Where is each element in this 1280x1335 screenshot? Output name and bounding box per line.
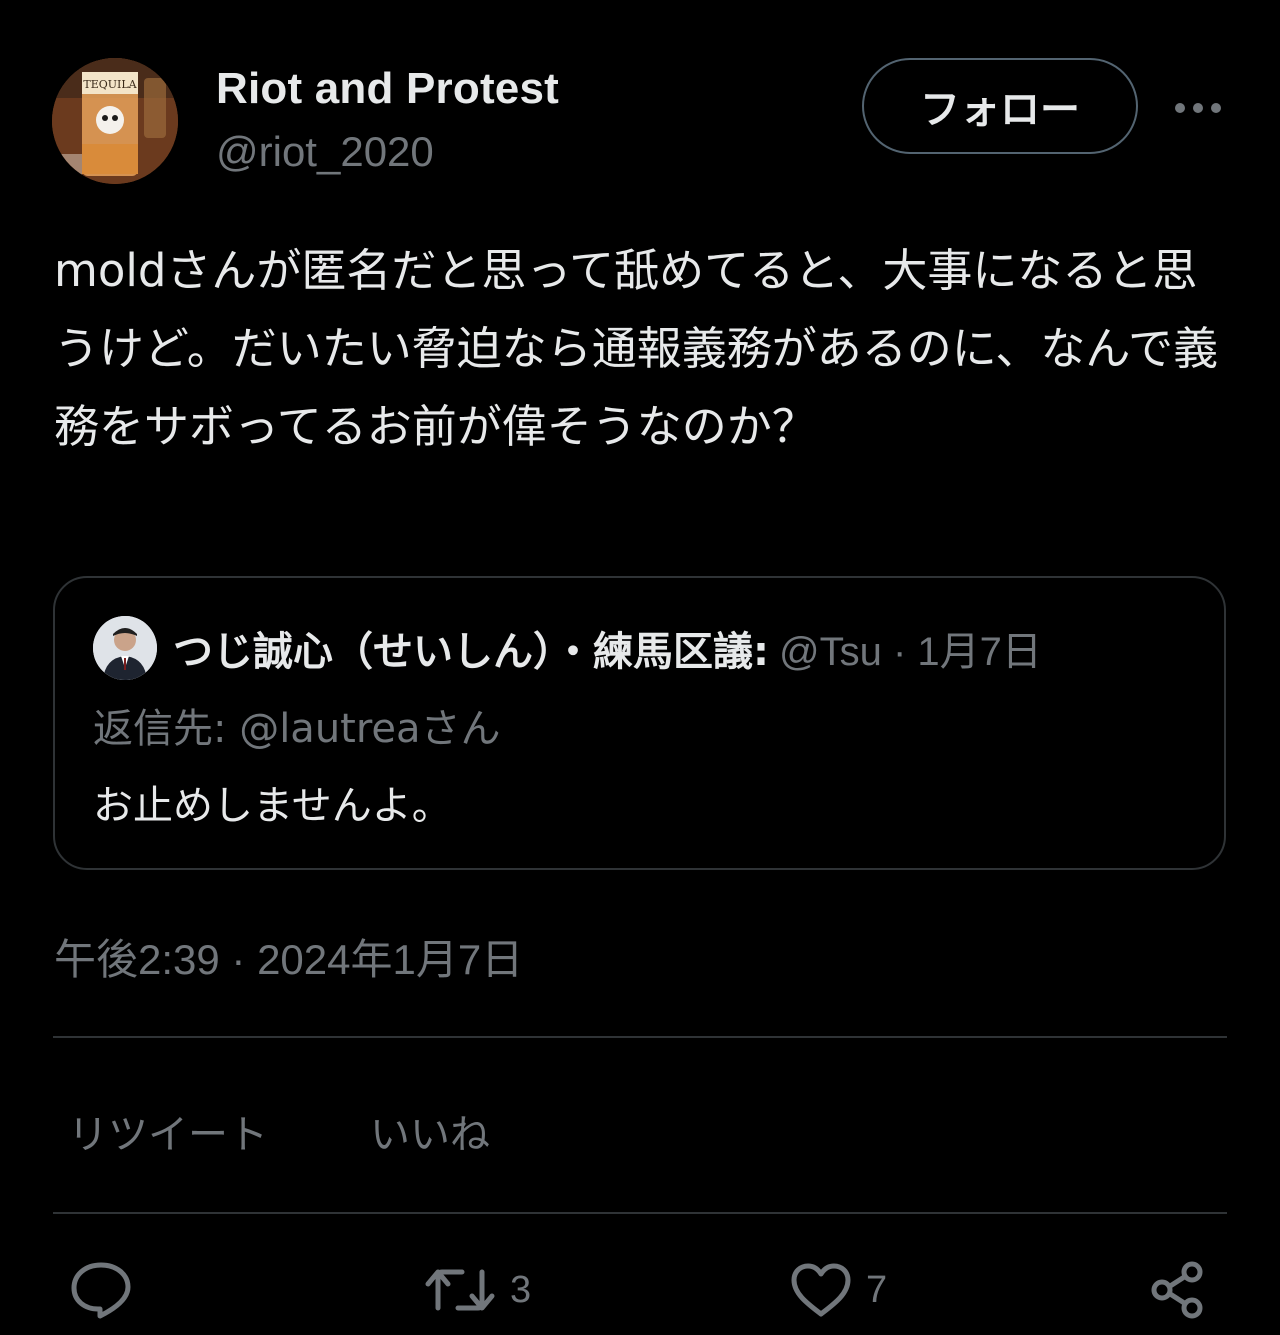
quoted-author-name: つじ誠心（せいしん）・練馬区議: <box>173 629 769 675</box>
avatar-glass-photo: TEQUILA <box>52 58 178 184</box>
retweet-count: 3 <box>510 1268 532 1311</box>
author-handle[interactable]: @riot_2020 <box>216 128 434 176</box>
more-dots-icon <box>1175 103 1221 113</box>
tweet-text: moldさんが匿名だと思って舐めてると、大事になると思うけど。だいたい脅迫なら通… <box>54 244 1219 453</box>
quoted-tweet-header: つじ誠心（せいしん）・練馬区議: @Tsu · 1月7日 <box>173 616 1042 680</box>
likes-stat[interactable]: いいね <box>370 1102 490 1160</box>
retweet-button[interactable]: 3 <box>424 1258 531 1322</box>
retweet-icon <box>425 1269 495 1311</box>
like-button[interactable]: 7 <box>790 1258 887 1322</box>
quoted-tweet-text: お止めしませんよ。 <box>93 783 452 829</box>
quoted-author-avatar <box>93 616 157 680</box>
follow-button[interactable]: フォロー <box>862 58 1138 154</box>
heart-icon <box>791 1263 851 1317</box>
quoted-author-meta: @Tsu · 1月7日 <box>779 630 1042 674</box>
like-count: 7 <box>866 1268 888 1311</box>
person-photo-icon <box>93 616 157 680</box>
divider <box>53 1036 1227 1038</box>
quoted-tweet[interactable]: つじ誠心（せいしん）・練馬区議: @Tsu · 1月7日 返信先: @lautr… <box>53 576 1226 870</box>
svg-text:TEQUILA: TEQUILA <box>83 78 137 91</box>
reply-icon <box>71 1262 131 1319</box>
author-avatar[interactable]: TEQUILA <box>52 58 178 184</box>
author-display-name[interactable]: Riot and Protest <box>216 64 559 114</box>
reply-button[interactable] <box>70 1258 132 1322</box>
tweet-detail: TEQUILA Riot and Protest @riot_2020 フォロー… <box>0 0 1280 1335</box>
divider <box>53 1212 1227 1214</box>
tweet-timestamp[interactable]: 午後2:39 · 2024年1月7日 <box>54 926 523 987</box>
share-icon <box>1151 1261 1203 1319</box>
quoted-reply-to: 返信先: @lautreaさん <box>93 706 501 752</box>
retweets-stat[interactable]: リツイート <box>68 1102 268 1160</box>
share-button[interactable] <box>1148 1258 1208 1322</box>
more-button[interactable] <box>1170 86 1226 130</box>
